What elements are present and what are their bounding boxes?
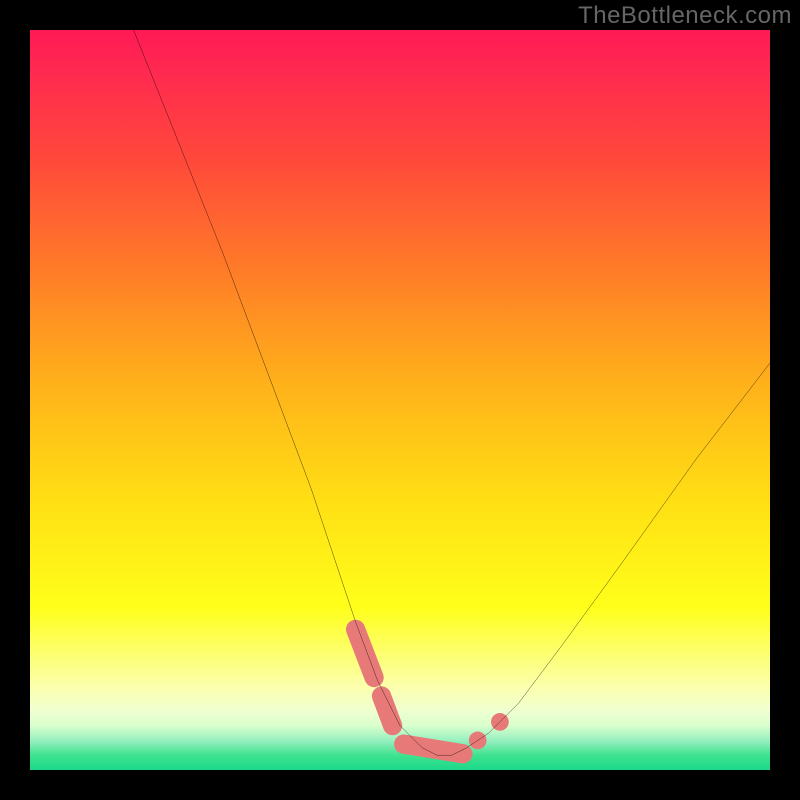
curve-marker xyxy=(404,744,463,754)
chart-frame: TheBottleneck.com xyxy=(0,0,800,800)
bottleneck-curve xyxy=(134,30,770,755)
watermark-text: TheBottleneck.com xyxy=(578,2,792,30)
curve-marker xyxy=(356,629,375,677)
curve-marker xyxy=(382,696,393,726)
bottleneck-curve-svg xyxy=(30,30,770,770)
plot-area xyxy=(30,30,770,770)
